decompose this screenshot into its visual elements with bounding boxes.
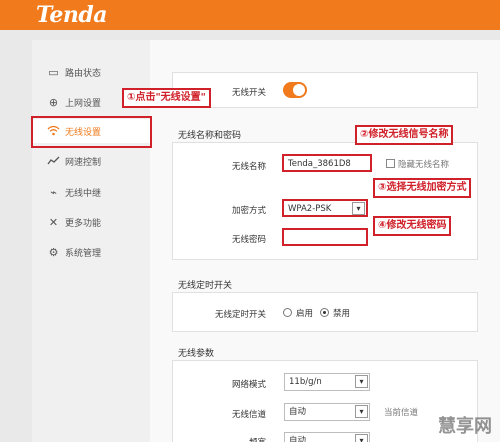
- ssid-label: 无线名称: [231, 162, 266, 172]
- sidebar-item-more-features[interactable]: ✕ 更多功能: [32, 210, 150, 234]
- callout-step1: ①点击"无线设置": [122, 88, 211, 108]
- callout-step2: ②修改无线信号名称: [355, 125, 454, 145]
- gear-icon: ⚙: [48, 245, 59, 259]
- sidebar-item-label: 更多功能: [65, 218, 102, 229]
- channel-label: 无线信道: [231, 410, 266, 420]
- mode-select[interactable]: 11b/g/n ▾: [284, 373, 370, 391]
- callout-step3: ③选择无线加密方式: [373, 178, 472, 198]
- section-title-schedule: 无线定时开关: [178, 281, 233, 291]
- section-title-name-password: 无线名称和密码: [178, 131, 242, 141]
- encryption-label: 加密方式: [231, 206, 266, 216]
- sidebar-item-wireless-repeater[interactable]: ⌁ 无线中继: [32, 180, 150, 204]
- bandwidth-label: 频宽: [186, 436, 266, 442]
- ssid-input[interactable]: Tenda_3861D8: [282, 154, 372, 172]
- chevron-down-icon: ▾: [355, 434, 368, 442]
- sidebar-item-label: 上网设置: [65, 98, 102, 109]
- chevron-down-icon: ▾: [355, 405, 368, 418]
- wireless-switch-toggle[interactable]: [283, 82, 307, 98]
- sidebar-item-label: 网速控制: [65, 157, 102, 168]
- encryption-select[interactable]: WPA2-PSK ▾: [282, 199, 368, 217]
- sidebar-item-label: 系统管理: [65, 248, 102, 259]
- watermark: 慧享网: [438, 416, 492, 437]
- password-input[interactable]: [282, 228, 368, 246]
- globe-icon: ⊕: [48, 95, 59, 109]
- channel-value: 自动: [289, 407, 307, 417]
- schedule-disable-label: 禁用: [333, 309, 351, 319]
- antenna-icon: ⌁: [50, 185, 57, 199]
- bandwidth-value: 自动: [289, 436, 307, 442]
- chevron-down-icon: ▾: [352, 202, 365, 215]
- tools-icon: ✕: [48, 215, 59, 229]
- channel-select[interactable]: 自动 ▾: [284, 403, 370, 421]
- encryption-value: WPA2-PSK: [288, 204, 332, 214]
- sidebar-item-label: 路由状态: [65, 68, 102, 79]
- top-bar: Tenda: [0, 0, 500, 30]
- sidebar-item-system-management[interactable]: ⚙ 系统管理: [32, 240, 150, 264]
- tenda-logo: Tenda: [36, 2, 107, 28]
- current-channel-label: 当前信道: [384, 408, 419, 418]
- hide-ssid-label: 隐藏无线名称: [398, 160, 450, 170]
- schedule-enable-label: 启用: [296, 309, 314, 319]
- router-icon: ▭: [48, 65, 59, 79]
- bandwidth-select[interactable]: 自动 ▾: [284, 432, 370, 442]
- password-label: 无线密码: [231, 235, 266, 245]
- mode-value: 11b/g/n: [289, 377, 322, 387]
- callout-step4: ④修改无线密码: [373, 216, 452, 236]
- speed-chart-icon: [47, 155, 60, 168]
- schedule-label: 无线定时开关: [214, 310, 266, 320]
- section-title-params: 无线参数: [178, 349, 215, 359]
- schedule-disable-radio[interactable]: [320, 308, 329, 317]
- highlight-wireless-settings: [31, 116, 152, 148]
- sidebar-item-speed-control[interactable]: 网速控制: [32, 149, 150, 173]
- sidebar-item-router-status[interactable]: ▭ 路由状态: [32, 60, 150, 84]
- schedule-enable-radio[interactable]: [283, 308, 292, 317]
- sidebar-item-label: 无线中继: [65, 188, 102, 199]
- hide-ssid-checkbox[interactable]: [386, 159, 395, 168]
- mode-label: 网络模式: [231, 380, 266, 390]
- chevron-down-icon: ▾: [355, 375, 368, 388]
